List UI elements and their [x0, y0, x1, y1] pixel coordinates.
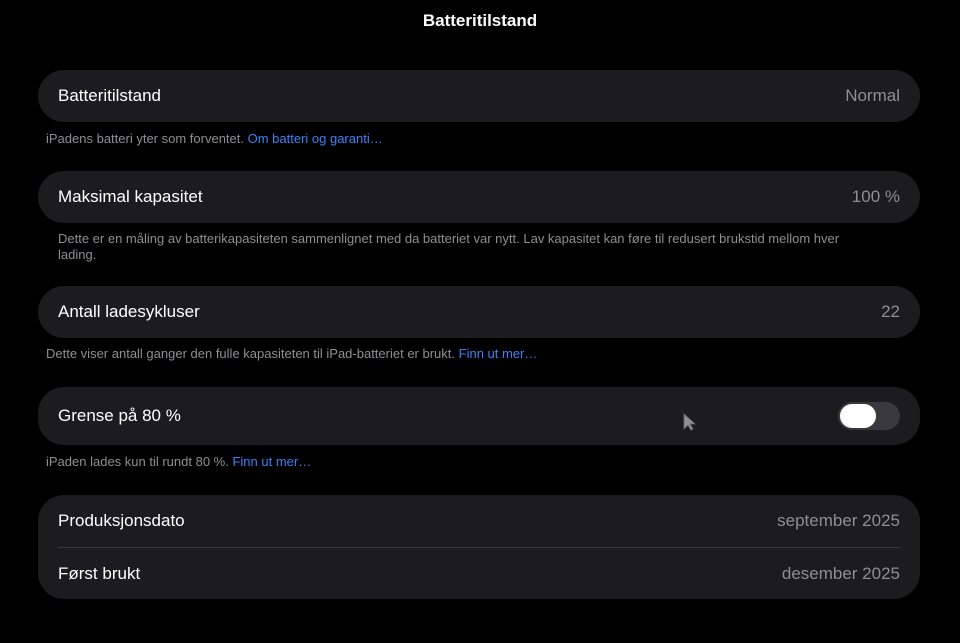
battery-health-value: Normal [845, 86, 900, 105]
battery-info-card: Produksjonsdato september 2025 Først bru… [38, 495, 920, 599]
limit-80-label: Grense på 80 % [58, 406, 181, 425]
limit-80-note-text: iPaden lades kun til rundt 80 %. [46, 454, 229, 469]
charge-cycles-label: Antall ladesykluser [58, 302, 200, 321]
limit-80-card: Grense på 80 % [38, 387, 920, 445]
max-capacity-card: Maksimal kapasitet 100 % [38, 171, 920, 223]
max-capacity-value: 100 % [851, 187, 900, 206]
page-title: Batteritilstand [422, 11, 538, 30]
first-used-value: desember 2025 [781, 563, 900, 583]
limit-80-toggle[interactable] [838, 402, 900, 430]
battery-health-card: Batteritilstand Normal [38, 70, 920, 122]
battery-health-row[interactable]: Batteritilstand Normal [38, 70, 920, 122]
first-used-label: Først brukt [58, 563, 141, 583]
charge-cycles-learn-more-link[interactable]: Finn ut mer… [459, 346, 538, 361]
charge-cycles-value: 22 [881, 302, 900, 321]
limit-80-learn-more-link[interactable]: Finn ut mer… [232, 454, 311, 469]
max-capacity-row: Maksimal kapasitet 100 % [38, 171, 920, 223]
max-capacity-note-text: Dette er en måling av batterikapasiteten… [58, 231, 840, 262]
max-capacity-note: Dette er en måling av batterikapasiteten… [58, 231, 858, 263]
production-date-row: Produksjonsdato september 2025 [38, 495, 920, 547]
max-capacity-label: Maksimal kapasitet [58, 187, 203, 206]
charge-cycles-row: Antall ladesykluser 22 [38, 286, 920, 338]
battery-warranty-link[interactable]: Om batteri og garanti… [248, 131, 383, 146]
battery-health-note-text: iPadens batteri yter som forventet. [46, 131, 244, 146]
limit-80-row: Grense på 80 % [38, 387, 920, 445]
charge-cycles-card: Antall ladesykluser 22 [38, 286, 920, 338]
charge-cycles-note: Dette viser antall ganger den fulle kapa… [46, 346, 537, 362]
first-used-row: Først brukt desember 2025 [38, 548, 920, 599]
toggle-knob [840, 404, 876, 428]
charge-cycles-note-text: Dette viser antall ganger den fulle kapa… [46, 346, 456, 361]
production-date-label: Produksjonsdato [58, 511, 185, 530]
mouse-pointer-icon [683, 413, 697, 431]
production-date-value: september 2025 [777, 511, 900, 530]
battery-health-note: iPadens batteri yter som forventet. Om b… [46, 131, 383, 147]
battery-health-label: Batteritilstand [58, 86, 161, 105]
limit-80-note: iPaden lades kun til rundt 80 %. Finn ut… [46, 454, 311, 470]
